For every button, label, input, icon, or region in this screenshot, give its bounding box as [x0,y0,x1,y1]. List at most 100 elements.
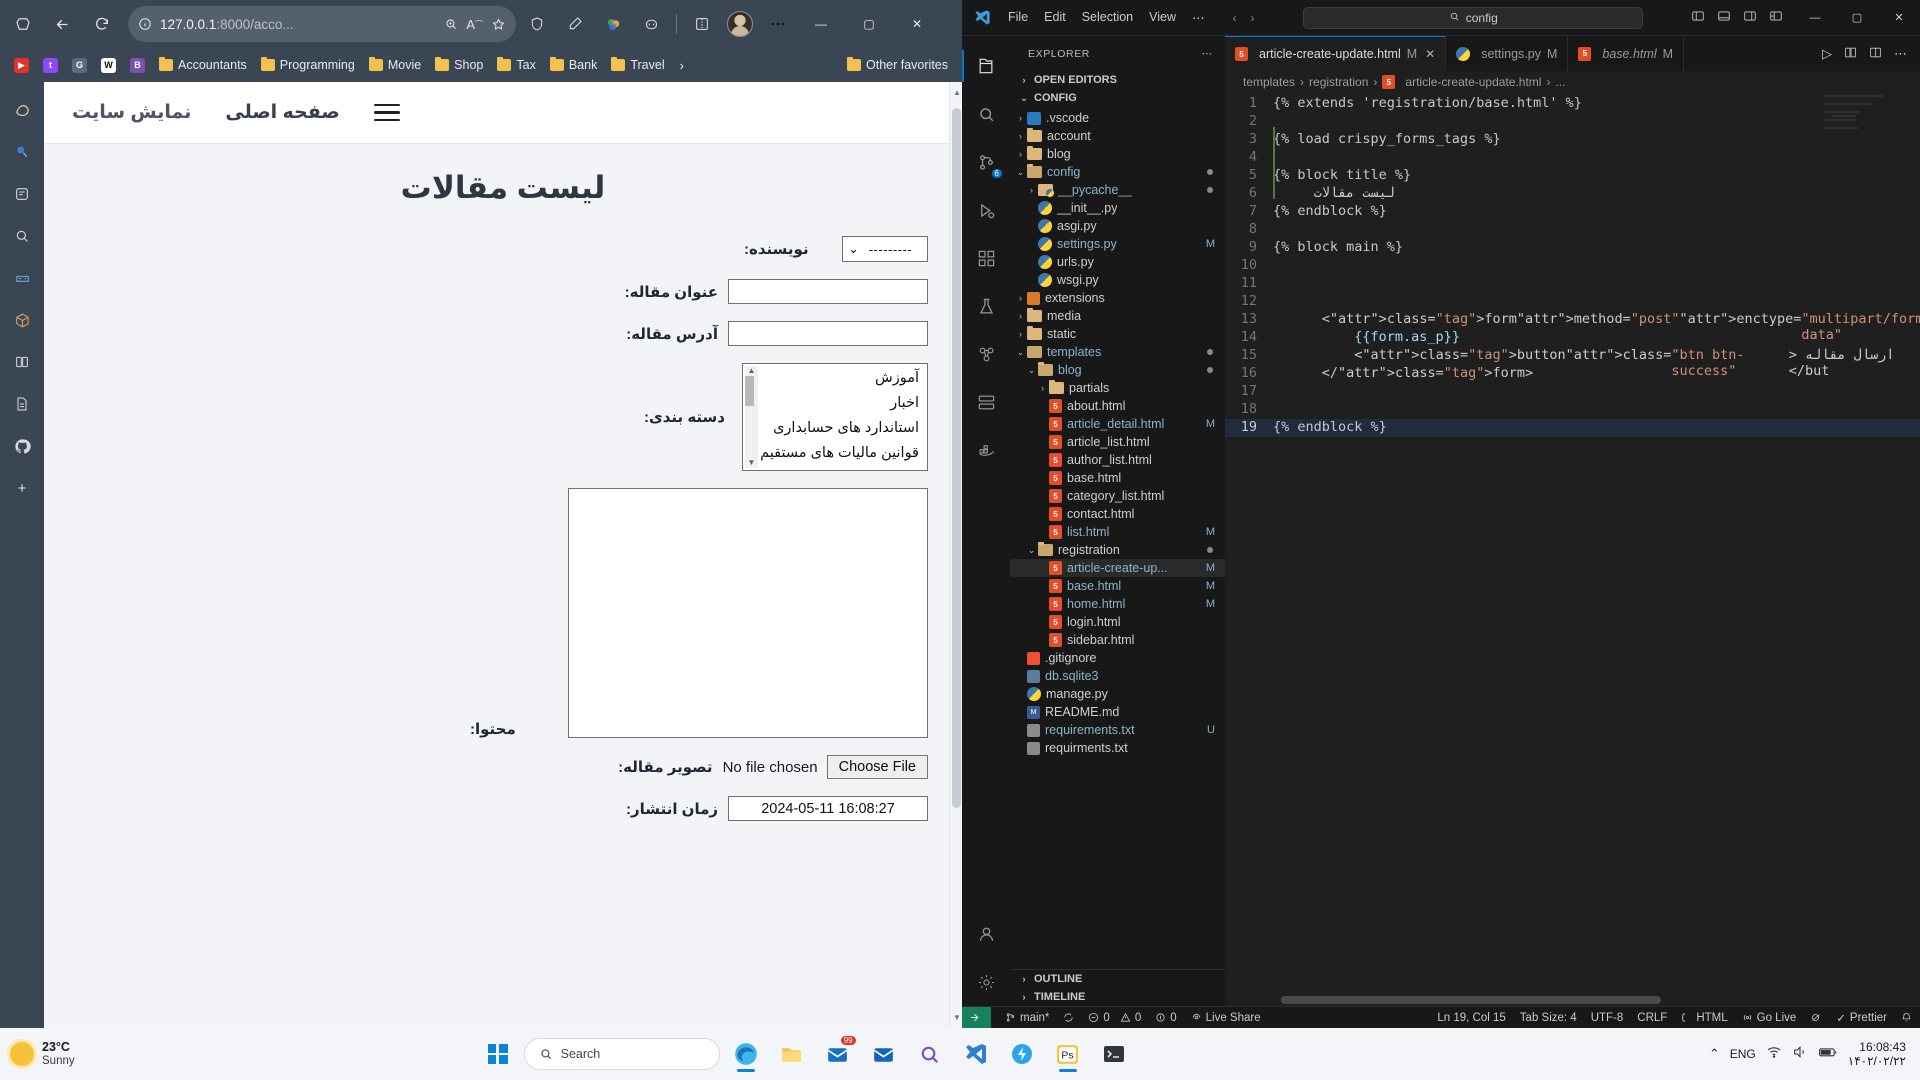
language-mode[interactable]: HTML [1681,1012,1728,1024]
sync-indicator[interactable] [1063,1012,1074,1023]
tree-item-media[interactable]: › media [1010,307,1225,325]
nav-link-home[interactable]: صفحه اصلی [225,101,339,124]
list-item[interactable]: آموزش [743,366,921,391]
taskbar-app-mail[interactable] [864,1034,904,1074]
live-share-indicator[interactable]: Live Share [1191,1012,1261,1024]
run-and-debug-icon[interactable] [962,186,1010,234]
twisty-icon[interactable]: ⌄ [1014,167,1027,178]
publish-datetime-input[interactable]: 2024-05-11 16:08:27 [728,796,928,821]
toggle-primary-sidebar-icon[interactable] [1686,7,1710,28]
bell-icon[interactable] [1901,1012,1912,1023]
tree-item-category-list-html[interactable]: 5 category_list.html [1010,487,1225,505]
pen-icon[interactable] [558,7,592,41]
bookmark-item-travel[interactable]: Travel [605,55,670,75]
code-line[interactable]: 5 {% block title %} [1225,167,1920,185]
code-line[interactable]: 11 [1225,275,1920,293]
copilot-icon[interactable] [634,7,668,41]
tree-item-static[interactable]: › static [1010,325,1225,343]
code-editor[interactable]: 1 {% extends 'registration/base.html' %} 2… [1225,93,1920,1006]
maximize-button[interactable]: ▢ [847,4,891,44]
tree-item-blog[interactable]: › blog [1010,145,1225,163]
twisty-icon[interactable]: › [1014,149,1027,159]
lens-icon[interactable] [1810,1012,1822,1024]
menu-file[interactable]: File [1000,7,1036,28]
taskbar-app-terminal[interactable] [1094,1034,1134,1074]
go-live-button[interactable]: Go Live [1742,1012,1796,1024]
scroll-up-arrow-icon[interactable]: ▲ [953,88,961,97]
github-icon[interactable] [8,432,36,460]
breadcrumb-templates[interactable]: templates [1243,75,1295,89]
explorer-icon[interactable] [962,42,1010,90]
menu-edit[interactable]: Edit [1036,7,1074,28]
taskbar-app-file-explorer[interactable] [772,1034,812,1074]
hamburger-icon[interactable] [373,103,400,122]
page-scrollbar[interactable]: ▲ ▼ [949,82,962,1028]
tree-item--vscode[interactable]: › .vscode [1010,109,1225,127]
breadcrumb-symbol[interactable]: ... [1555,75,1565,89]
bookmark-item[interactable]: B [124,55,151,76]
tray-chevron-icon[interactable]: ⌃ [1709,1046,1720,1062]
menu-more[interactable]: ⋯ [1184,7,1213,28]
split-icon[interactable] [8,348,36,376]
eol[interactable]: CRLF [1637,1012,1667,1024]
choose-file-button[interactable]: Choose File [826,755,928,779]
tree-item-list-html[interactable]: 5 list.html M [1010,523,1225,541]
explorer-more-actions-icon[interactable]: ⋯ [1202,48,1213,60]
tree-item-article-detail-html[interactable]: 5 article_detail.html M [1010,415,1225,433]
tree-item--init-py[interactable]: __init__.py [1010,199,1225,217]
tree-item--pycache-[interactable]: › __pycache__ [1010,181,1225,199]
open-changes-icon[interactable] [1839,44,1862,64]
tree-item-partials[interactable]: › partials [1010,379,1225,397]
code-line[interactable]: 9 {% block main %} [1225,239,1920,257]
listbox-scroll-thumb[interactable] [745,376,754,406]
tree-item-base-html[interactable]: 5 base.html [1010,469,1225,487]
bookmark-item[interactable]: t [37,55,64,76]
taskbar-app-vscode[interactable] [956,1034,996,1074]
problems-indicator[interactable]: 0 0 [1088,1012,1141,1024]
list-item[interactable]: قوانین مالیات های مستقیم [743,441,921,466]
cursor-position[interactable]: Ln 19, Col 15 [1437,1012,1505,1024]
code-line[interactable]: 17 [1225,383,1920,401]
django-icon[interactable] [962,330,1010,378]
branch-indicator[interactable]: main* [1005,1012,1049,1024]
vscode-search-box[interactable]: config [1303,6,1644,29]
search-icon[interactable] [962,90,1010,138]
extensions-icon[interactable] [962,234,1010,282]
twisty-icon[interactable]: ⌄ [1025,365,1038,376]
tab-list-icon[interactable] [6,7,40,41]
nav-link-view-site[interactable]: نمایش سایت [72,101,191,124]
taskbar-app-photoshop[interactable]: Ps [1048,1034,1088,1074]
taskbar-app-outlook[interactable]: 99 [818,1034,858,1074]
browser-essentials-icon[interactable] [8,180,36,208]
tab-article-create-update[interactable]: 5 article-create-update.html M ✕ [1225,36,1447,71]
code-line[interactable]: 7 {% endblock %} [1225,203,1920,221]
breadcrumb-registration[interactable]: registration [1309,75,1368,89]
tree-item-config[interactable]: ⌄ config [1010,163,1225,181]
tab-size[interactable]: Tab Size: 4 [1520,1012,1577,1024]
document-icon[interactable] [8,390,36,418]
tree-item-home-html[interactable]: 5 home.html M [1010,595,1225,613]
split-screen-icon[interactable] [685,7,719,41]
tree-item-article-create-up-[interactable]: 5 article-create-up... M [1010,559,1225,577]
code-line[interactable]: 18 [1225,401,1920,419]
remote-indicator[interactable] [962,1006,991,1029]
search-tool-icon[interactable] [8,222,36,250]
tree-item-requirements-txt[interactable]: requirements.txt U [1010,721,1225,739]
input-language[interactable]: ENG [1730,1047,1756,1061]
open-editors-section[interactable]: › OPEN EDITORS [1010,71,1225,89]
avatar[interactable] [723,7,757,41]
scroll-up-arrow-icon[interactable]: ▲ [748,366,756,376]
code-line[interactable]: 15 <"attr">class = "tag" >button "attr" >cla… [1225,347,1920,379]
back-button[interactable] [44,6,80,42]
code-line[interactable]: 1 {% extends 'registration/base.html' %} [1225,95,1920,113]
twisty-icon[interactable]: › [1014,329,1027,339]
tab-settings-py[interactable]: settings.py M [1446,36,1569,71]
testing-icon[interactable] [962,282,1010,330]
code-line[interactable]: 4 [1225,149,1920,167]
content-textarea[interactable] [568,488,928,738]
twisty-icon[interactable]: › [1014,131,1027,141]
tree-item-article-list-html[interactable]: 5 article_list.html [1010,433,1225,451]
twisty-icon[interactable]: › [1036,383,1049,393]
tree-item-contact-html[interactable]: 5 contact.html [1010,505,1225,523]
minimize-button[interactable]: — [799,4,843,44]
